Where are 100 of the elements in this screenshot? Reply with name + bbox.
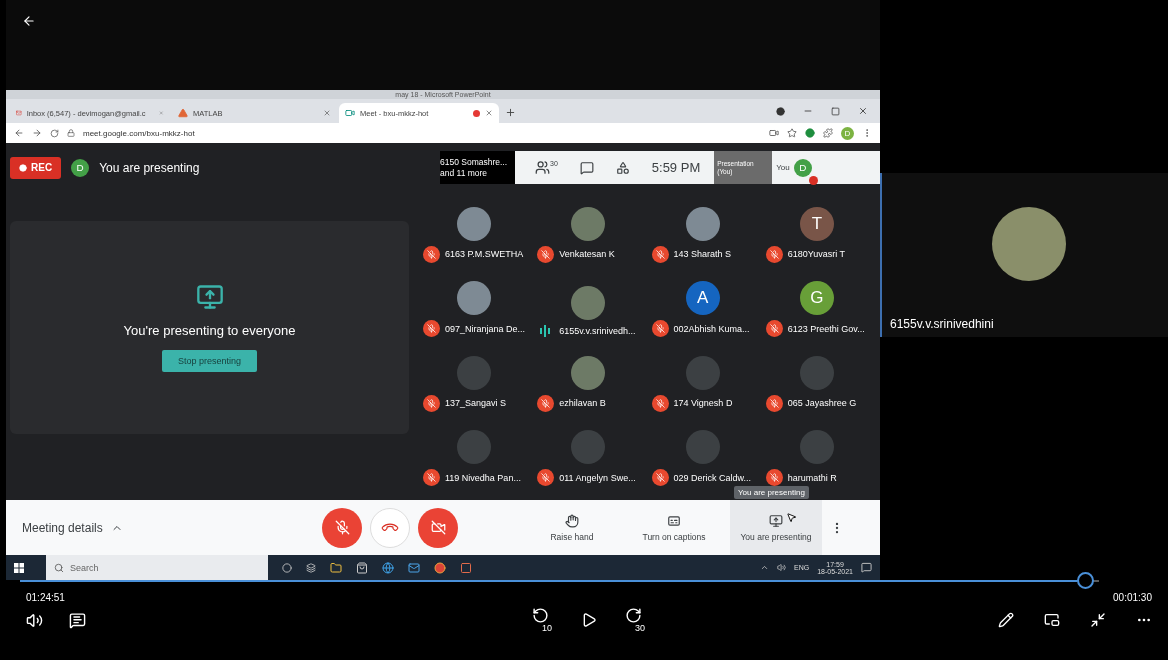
participant-name: 002Abhish Kuma... (673, 323, 750, 334)
participant-name: 6163 P.M.SWETHA (445, 249, 524, 259)
record-icon (776, 106, 785, 116)
participant-name: 6123 Preethi Gov... (787, 323, 865, 334)
participant-name: Venkatesan K (559, 249, 615, 259)
app-icon[interactable] (460, 561, 472, 574)
skip-forward-button[interactable]: 30 (625, 607, 646, 633)
toolbar-action[interactable]: You are presenting (730, 500, 822, 555)
notification-icon[interactable] (861, 562, 872, 573)
maximize-icon[interactable] (831, 106, 840, 116)
mic-off-icon (541, 249, 551, 259)
remaining-time: 00:01:30 (1113, 591, 1152, 603)
mic-off-icon (655, 473, 665, 482)
mic-off-icon (427, 324, 436, 333)
mail-icon (16, 108, 22, 118)
extension-icon[interactable] (805, 128, 815, 138)
stop-presenting-button[interactable]: Stop presenting (161, 350, 257, 372)
store-icon[interactable] (356, 561, 368, 574)
tooltip: You are presenting (734, 486, 809, 499)
participant-name: 143 Sharath S (673, 249, 732, 259)
camera-off-button[interactable] (418, 507, 458, 548)
participant-name: 119 Nivedha Pan... (445, 472, 521, 483)
cortana-icon[interactable] (282, 562, 292, 573)
hang-up-button[interactable] (370, 507, 410, 548)
skip-back-button[interactable]: 10 (532, 607, 553, 633)
mic-off-icon (655, 249, 665, 259)
rewind-icon (532, 607, 549, 624)
rec-badge: REC (10, 156, 62, 179)
activities-icon[interactable] (615, 160, 630, 175)
search-icon (54, 562, 64, 573)
reload-icon[interactable] (50, 128, 59, 138)
people-icon[interactable] (535, 160, 550, 175)
close-icon[interactable] (485, 109, 493, 117)
subtitles-button[interactable] (69, 611, 86, 629)
search-field[interactable]: Search (46, 555, 268, 580)
photo-placeholder (457, 206, 492, 241)
new-tab-icon[interactable] (505, 107, 516, 118)
avatar (685, 355, 720, 390)
camera-off-icon (430, 520, 446, 535)
photo-placeholder (571, 355, 606, 390)
forward-icon[interactable] (32, 128, 42, 138)
mic-off-icon (427, 398, 436, 408)
exit-fullscreen-button[interactable] (1090, 612, 1106, 628)
avatar (457, 430, 492, 464)
url-field[interactable]: meet.google.com/bxu-mkkz-hot (83, 128, 195, 138)
peak-icon (178, 108, 188, 118)
tray-icon[interactable] (760, 563, 769, 572)
mini-player-button[interactable] (1044, 612, 1060, 628)
camera-icon (769, 128, 779, 138)
mic-off-icon (769, 398, 779, 408)
collapse-icon (1090, 612, 1106, 628)
puzzle-icon[interactable] (823, 128, 833, 138)
participant-name: 6180Yuvasri T (787, 249, 846, 259)
participant-name: 6155v.v.srinivedhini (890, 317, 994, 331)
mail-icon[interactable] (408, 561, 420, 574)
subtitles-icon (69, 611, 86, 629)
meeting-details-button[interactable]: Meeting details (22, 520, 322, 535)
avatar (799, 430, 834, 464)
clock-text: 5:59 PM (651, 160, 701, 175)
participant-name: ezhilavan B (559, 398, 606, 408)
mic-off-icon (655, 398, 665, 408)
dot-icon (19, 163, 27, 172)
close-icon[interactable] (323, 109, 331, 117)
photo-placeholder (571, 286, 606, 320)
mic-off-button[interactable] (322, 507, 362, 548)
volume-icon[interactable] (777, 563, 786, 572)
mic-off-icon (427, 473, 436, 482)
avatar: G (799, 281, 834, 315)
back-icon[interactable] (14, 128, 24, 138)
camera-icon (345, 108, 355, 118)
play-icon (581, 612, 597, 628)
pinned-name: 6150 Somashre... (440, 156, 509, 168)
avatar: T (799, 206, 834, 241)
participant-name: 6155v.v.srinivedh... (559, 326, 636, 336)
participant-name: 097_Niranjana De... (445, 323, 526, 334)
participant-name: harumathi R (787, 472, 837, 483)
star-icon[interactable] (787, 128, 797, 138)
photo-placeholder (685, 206, 720, 241)
start-icon[interactable] (14, 562, 24, 573)
captions-icon (667, 513, 681, 528)
status-text: You are presenting (99, 160, 200, 175)
chat-icon[interactable] (579, 160, 594, 175)
avatar (799, 355, 834, 390)
photo-placeholder (571, 206, 606, 241)
edit-button[interactable] (998, 612, 1014, 628)
mic-off-icon (655, 324, 665, 333)
toolbar-action[interactable]: Raise hand (526, 500, 618, 555)
task-view-icon[interactable] (306, 562, 316, 573)
toolbar-action[interactable]: Turn on captions (618, 500, 730, 555)
mic-off-icon (334, 520, 350, 535)
browser-icon[interactable] (382, 561, 394, 574)
mic-off-icon (769, 249, 779, 259)
pencil-icon (998, 612, 1014, 628)
mic-off-icon (541, 398, 551, 408)
browser-icon[interactable] (434, 561, 446, 574)
pinned-count: and 11 more (440, 167, 489, 179)
folder-icon[interactable] (330, 561, 342, 574)
volume-button[interactable] (26, 611, 43, 629)
close-icon[interactable] (858, 106, 868, 116)
play-button[interactable] (581, 612, 597, 628)
